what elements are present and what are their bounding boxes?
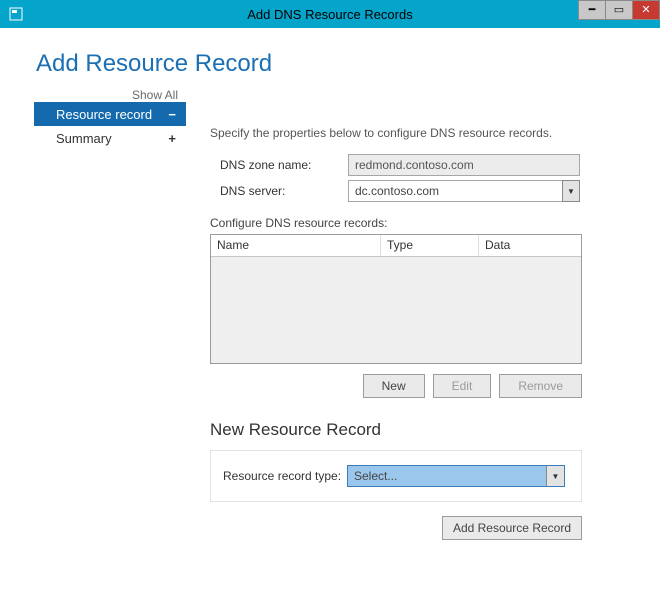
maximize-button[interactable]: ▭ (605, 0, 633, 20)
sidebar-item-label: Resource record (56, 107, 152, 122)
zone-name-field: redmond.contoso.com (348, 154, 580, 176)
grid-buttons: New Edit Remove (210, 374, 582, 398)
grid-body[interactable] (211, 257, 581, 364)
record-type-combo[interactable]: Select... ▼ (347, 465, 565, 487)
configure-records-label: Configure DNS resource records: (210, 216, 636, 230)
sidebar-item-summary[interactable]: Summary + (34, 126, 186, 150)
show-all-link[interactable]: Show All (34, 88, 186, 102)
chevron-down-icon[interactable]: ▼ (546, 466, 564, 486)
record-type-value: Select... (348, 466, 546, 486)
window-controls: ━ ▭ ✕ (578, 0, 660, 28)
new-record-heading: New Resource Record (210, 420, 636, 440)
sidebar-item-label: Summary (56, 131, 112, 146)
record-type-label: Resource record type: (217, 469, 347, 483)
zone-name-label: DNS zone name: (210, 158, 348, 172)
intro-text: Specify the properties below to configur… (210, 126, 636, 140)
wizard-steps-sidebar: Show All Resource record − Summary + (0, 88, 186, 540)
page-title: Add Resource Record (36, 50, 660, 78)
footer-buttons: Add Resource Record (210, 516, 582, 540)
title-bar: Add DNS Resource Records ━ ▭ ✕ (0, 0, 660, 28)
record-type-row: Resource record type: Select... ▼ (217, 465, 575, 487)
dns-server-value: dc.contoso.com (348, 180, 562, 202)
records-grid[interactable]: Name Type Data (210, 234, 582, 364)
sidebar-item-resource-record[interactable]: Resource record − (34, 102, 186, 126)
zone-name-row: DNS zone name: redmond.contoso.com (210, 154, 636, 176)
new-button[interactable]: New (363, 374, 425, 398)
col-header-type[interactable]: Type (381, 235, 479, 256)
collapse-icon: − (168, 107, 176, 122)
add-resource-record-button[interactable]: Add Resource Record (442, 516, 582, 540)
dns-server-combo[interactable]: dc.contoso.com ▼ (348, 180, 580, 202)
grid-header: Name Type Data (211, 235, 581, 257)
zone-name-value: redmond.contoso.com (355, 158, 474, 172)
col-header-name[interactable]: Name (211, 235, 381, 256)
chevron-down-icon[interactable]: ▼ (562, 180, 580, 202)
col-header-data[interactable]: Data (479, 235, 581, 256)
app-icon (4, 2, 28, 26)
minimize-button[interactable]: ━ (578, 0, 606, 20)
remove-button[interactable]: Remove (499, 374, 582, 398)
expand-icon: + (168, 131, 176, 146)
window-title: Add DNS Resource Records (0, 7, 660, 22)
dns-server-label: DNS server: (210, 184, 348, 198)
edit-button[interactable]: Edit (433, 374, 492, 398)
content-pane: Specify the properties below to configur… (186, 84, 660, 540)
close-button[interactable]: ✕ (632, 0, 660, 20)
new-record-group: Resource record type: Select... ▼ (210, 450, 582, 502)
dns-server-row: DNS server: dc.contoso.com ▼ (210, 180, 636, 202)
